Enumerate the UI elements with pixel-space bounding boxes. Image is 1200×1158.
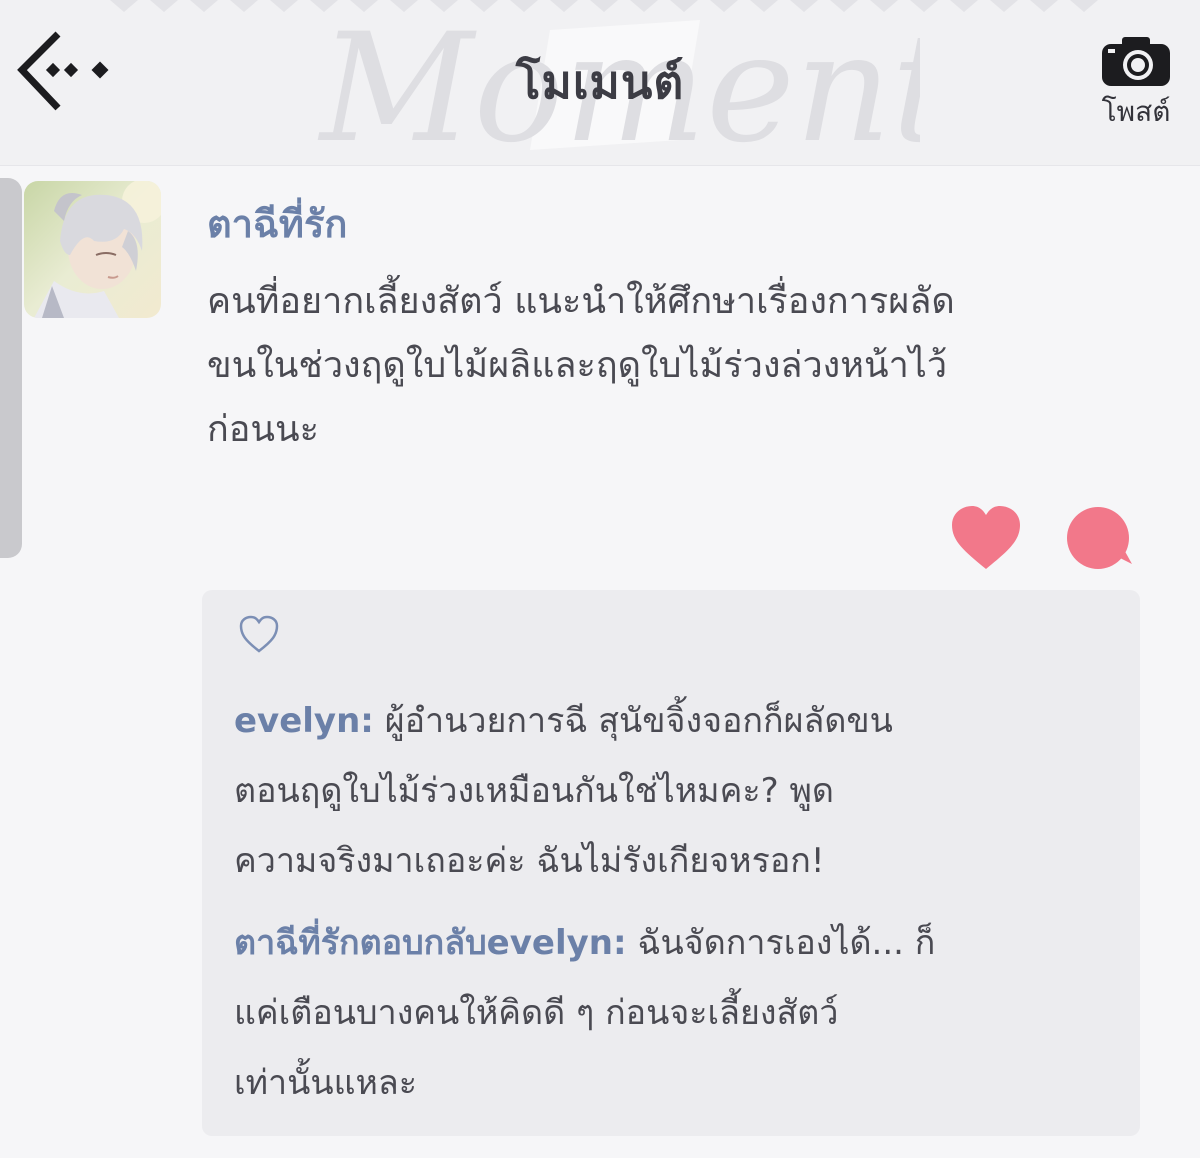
- comment-button[interactable]: [1064, 506, 1136, 572]
- comment-bubble-icon: [1067, 507, 1132, 569]
- comment-item: ตาฉีที่รักตอบกลับevelyn: ฉันจัดการเองได้…: [234, 908, 1114, 1118]
- heart-icon: [952, 506, 1020, 569]
- post-button[interactable]: โพสต์: [1092, 34, 1180, 142]
- post-text-line: ก่อนนะ: [207, 409, 319, 450]
- comment-line: ความจริงมาเถอะค่ะ ฉันไม่รังเกียจหรอก!: [234, 841, 825, 881]
- comment-panel: evelyn: ผู้อำนวยการฉี สุนัขจิ้งจอกก็ผลัด…: [202, 590, 1140, 1136]
- comment-line: evelyn: ผู้อำนวยการฉี สุนัขจิ้งจอกก็ผลัด…: [234, 686, 1114, 756]
- avatar-portrait: [24, 181, 161, 318]
- back-arrow-icon: [17, 31, 109, 111]
- like-button[interactable]: [950, 505, 1022, 571]
- commenter-name[interactable]: evelyn:: [234, 701, 374, 741]
- commenter-name[interactable]: ตาฉีที่รักตอบกลับevelyn:: [234, 923, 627, 963]
- avatar[interactable]: [24, 181, 161, 318]
- heart-outline-icon: [239, 615, 279, 653]
- post-author-name[interactable]: ตาฉีที่รัก: [207, 193, 347, 254]
- comment-line: เท่านั้นแหละ: [234, 1063, 418, 1103]
- back-button[interactable]: [14, 30, 114, 112]
- comment-item: evelyn: ผู้อำนวยการฉี สุนัขจิ้งจอกก็ผลัด…: [234, 686, 1114, 896]
- post-body: คนที่อยากเลี้ยงสัตว์ แนะนำให้ศึกษาเรื่อง…: [207, 270, 1137, 462]
- post-text-line: คนที่อยากเลี้ยงสัตว์ แนะนำให้ศึกษาเรื่อง…: [207, 281, 955, 322]
- top-bar: Moments โมเมนต์ โพสต์: [0, 0, 1200, 166]
- side-drawer-tab[interactable]: [0, 178, 22, 558]
- comment-line: ตอนฤดูใบไม้ร่วงเหมือนกันใช่ไหมคะ? พูด: [234, 771, 834, 811]
- camera-icon: [1102, 37, 1170, 86]
- post-label: โพสต์: [1101, 95, 1171, 128]
- comment-text: ฉันจัดการเองได้... ก็: [626, 923, 936, 963]
- page-title: โมเมนต์: [515, 55, 685, 109]
- comment-line: แค่เตือนบางคนให้คิดดี ๆ ก่อนจะเลี้ยงสัตว…: [234, 993, 839, 1033]
- comment-line: ตาฉีที่รักตอบกลับevelyn: ฉันจัดการเองได้…: [234, 908, 1114, 978]
- liked-by-button[interactable]: [238, 614, 280, 654]
- post-text-line: ขนในช่วงฤดูใบไม้ผลิและฤดูใบไม้ร่วงล่วงหน…: [207, 345, 948, 386]
- comment-text: ผู้อำนวยการฉี สุนัขจิ้งจอกก็ผลัดขน: [373, 701, 893, 741]
